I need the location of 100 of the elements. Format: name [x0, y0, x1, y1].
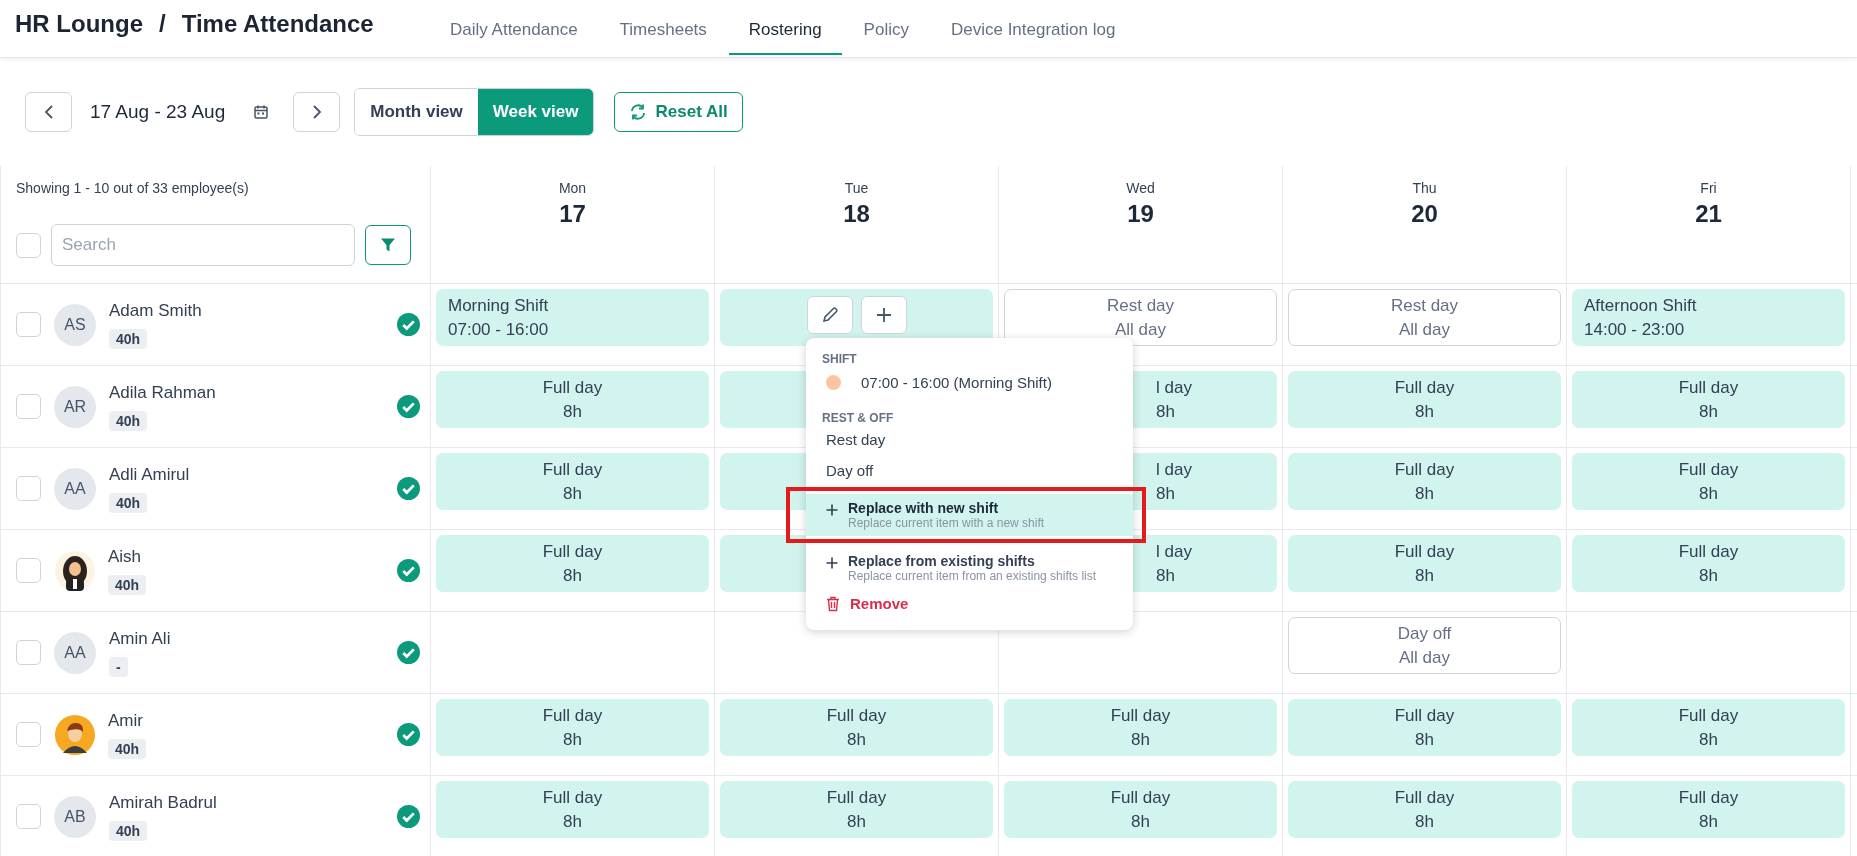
menu-action[interactable]: Replace with new shift Replace current item with a new shift — [806, 494, 1133, 536]
reset-all-button[interactable]: Reset All — [614, 92, 743, 132]
date-number: 21 — [1695, 200, 1722, 228]
shift-card[interactable]: Full day 8h — [1572, 453, 1845, 510]
rest-card[interactable]: Rest day All day — [1004, 289, 1277, 346]
nav-tab[interactable]: Rostering — [728, 20, 842, 55]
shift-text: 8h — [1699, 400, 1718, 423]
nav-tab[interactable]: Policy — [843, 20, 929, 55]
shift-card[interactable]: Full day 8h — [720, 781, 993, 838]
shift-card[interactable]: Full day 8h — [720, 699, 993, 756]
shift-card[interactable]: Full day 8h — [1288, 781, 1561, 838]
shift-card[interactable]: Full day 8h — [1288, 371, 1561, 428]
shift-card[interactable]: Afternoon Shift 14:00 - 23:00 — [1572, 289, 1845, 346]
shift-text: 8h — [563, 810, 582, 833]
row-checkbox[interactable] — [16, 558, 41, 583]
shift-text: 8h — [1415, 728, 1434, 751]
row-checkbox[interactable] — [16, 476, 41, 501]
next-button[interactable] — [293, 92, 341, 132]
menu-heading: REST & OFF — [821, 411, 895, 425]
filter-button[interactable] — [365, 225, 411, 265]
shift-text: Full day — [542, 458, 603, 481]
shift-card[interactable]: Full day 8h — [1572, 781, 1845, 838]
shift-text: Afternoon Shift — [1584, 294, 1697, 317]
shift-text: 8h — [1156, 400, 1175, 423]
shift-card[interactable]: Full day 8h — [436, 781, 709, 838]
shift-card[interactable]: Full day 8h — [1288, 535, 1561, 592]
shift-card[interactable]: Morning Shift 07:00 - 16:00 — [436, 289, 709, 346]
hours-tag: 40h — [109, 820, 148, 841]
employee-name[interactable]: Adila Rahman — [109, 382, 216, 403]
employee-name[interactable]: Adam Smith — [109, 300, 202, 321]
nav-tab[interactable]: Timesheets — [599, 20, 727, 55]
shift-text: 8h — [563, 482, 582, 505]
select-all-checkbox[interactable] — [16, 232, 41, 258]
rest-card[interactable]: Day off All day — [1288, 617, 1561, 674]
date-number: 19 — [1127, 200, 1154, 228]
date-number: 18 — [843, 200, 870, 228]
shift-card[interactable]: Full day 8h — [436, 699, 709, 756]
calendar-icon[interactable] — [253, 104, 270, 120]
row-checkbox[interactable] — [16, 804, 41, 829]
shift-text: l day — [1156, 540, 1192, 563]
shift-text: 8h — [1131, 810, 1150, 833]
hours-tag: 40h — [108, 574, 147, 595]
shift-card[interactable]: Full day 8h — [1004, 781, 1277, 838]
shift-card[interactable]: Full day 8h — [1572, 371, 1845, 428]
shift-text: 07:00 - 16:00 — [448, 318, 549, 341]
nav-tab[interactable]: Device Integration log — [930, 20, 1136, 55]
employee-name[interactable]: Adli Amirul — [109, 464, 190, 485]
add-button[interactable] — [860, 296, 907, 334]
row-checkbox[interactable] — [16, 722, 41, 747]
weekday-label: Fri — [1700, 180, 1717, 196]
avatar: AA — [54, 631, 96, 674]
shift-text: Full day — [1110, 786, 1171, 809]
hours-tag: 40h — [109, 492, 148, 513]
shift-card[interactable]: Full day 8h — [1288, 453, 1561, 510]
plus-icon — [826, 504, 838, 516]
shift-text: l day — [1156, 458, 1192, 481]
shift-card[interactable]: Full day 8h — [1572, 699, 1845, 756]
action-description: Replace current item with a new shift — [848, 516, 1045, 530]
trash-icon — [826, 595, 840, 612]
shift-text: 8h — [1415, 564, 1434, 587]
shift-card[interactable]: Full day 8h — [1288, 699, 1561, 756]
weekday-label: Wed — [1126, 180, 1155, 196]
page-title: Time Attendance — [181, 10, 374, 38]
employee-name[interactable]: Amir — [108, 710, 143, 731]
view-toggle[interactable]: Week view — [477, 89, 594, 135]
shift-card[interactable]: Full day 8h — [436, 535, 709, 592]
breadcrumb-item[interactable]: HR Lounge — [15, 10, 143, 38]
shift-text: Full day — [542, 376, 603, 399]
shift-text: 8h — [1699, 728, 1718, 751]
shift-card[interactable]: Full day 8h — [1004, 699, 1277, 756]
rest-text: All day — [1115, 318, 1166, 341]
previous-button[interactable] — [25, 92, 72, 132]
rest-text: Day off — [1397, 622, 1452, 645]
row-checkbox[interactable] — [16, 640, 41, 665]
rest-card[interactable]: Rest day All day — [1288, 289, 1561, 346]
employee-name[interactable]: Aish — [108, 546, 142, 567]
shift-card[interactable]: Full day 8h — [1572, 535, 1845, 592]
menu-heading: SHIFT — [821, 352, 858, 366]
rest-text: Rest day — [1390, 294, 1459, 317]
row-checkbox[interactable] — [16, 312, 41, 337]
row-checkbox[interactable] — [16, 394, 41, 419]
shift-card[interactable]: Full day 8h — [436, 371, 709, 428]
shift-text: 8h — [563, 728, 582, 751]
employee-name[interactable]: Amirah Badrul — [109, 792, 217, 813]
avatar-woman-icon — [55, 550, 95, 591]
plus-icon — [826, 557, 838, 569]
shift-text: 14:00 - 23:00 — [1584, 318, 1685, 341]
edit-button[interactable] — [806, 296, 853, 334]
refresh-icon — [629, 103, 648, 121]
shift-text: 8h — [1131, 728, 1150, 751]
employee-name[interactable]: Amin Ali — [109, 628, 171, 649]
menu-item[interactable]: Rest day — [806, 425, 1133, 456]
chevron-left-icon — [43, 104, 54, 120]
shift-text: Full day — [542, 786, 603, 809]
shift-text: 8h — [1699, 810, 1718, 833]
remove-action[interactable]: Remove — [806, 589, 1133, 618]
nav-tab[interactable]: Daily Attendance — [430, 20, 598, 55]
shift-card[interactable]: Full day 8h — [436, 453, 709, 510]
shift-text: Full day — [1678, 376, 1739, 399]
search-field[interactable]: Search — [51, 224, 355, 266]
